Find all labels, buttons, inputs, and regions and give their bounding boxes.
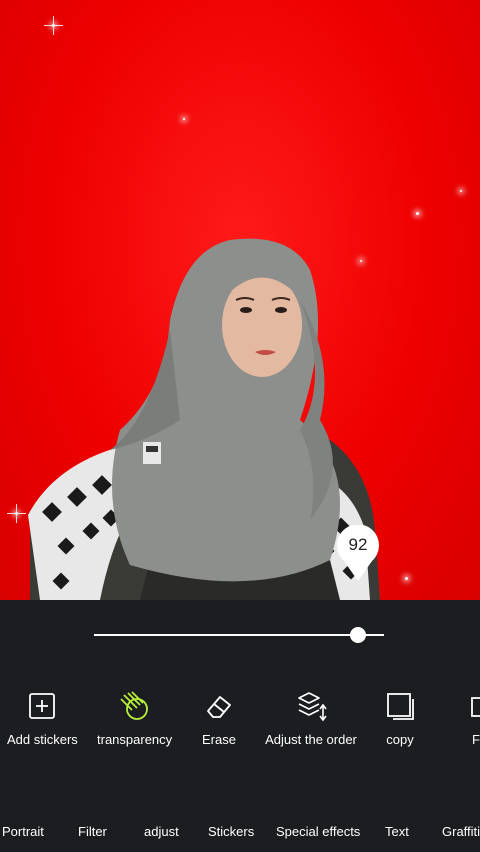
tab-text[interactable]: Text — [385, 824, 409, 839]
copy-button[interactable]: copy — [380, 690, 420, 747]
flip-button[interactable]: F — [466, 690, 480, 747]
add-sticker-icon — [29, 693, 55, 719]
flip-icon — [471, 697, 480, 717]
eraser-icon — [207, 696, 231, 718]
tab-graffiti[interactable]: Graffiti — [442, 824, 480, 839]
tab-adjust[interactable]: adjust — [144, 824, 179, 839]
transparency-button[interactable]: transparency — [97, 690, 172, 747]
portrait-photo — [28, 238, 380, 600]
adjust-order-button[interactable]: Adjust the order — [265, 690, 357, 747]
slider-track[interactable] — [94, 634, 384, 636]
layers-order-icon — [298, 692, 327, 722]
transparency-icon — [120, 691, 148, 720]
transparency-value-bubble: 92 — [336, 524, 380, 583]
tab-stickers[interactable]: Stickers — [208, 824, 254, 839]
add-stickers-button[interactable]: Add stickers — [7, 690, 78, 747]
slider-thumb[interactable] — [349, 627, 366, 643]
copy-icon — [387, 693, 414, 720]
category-tabs: Portrait Filter adjust Stickers Special … — [0, 818, 480, 846]
transparency-slider[interactable] — [94, 626, 384, 644]
tab-portrait[interactable]: Portrait — [2, 824, 44, 839]
photo-canvas[interactable]: 92 — [0, 0, 480, 600]
tool-row: Add stickers transparency Erase Adjust t… — [0, 690, 480, 770]
tab-special-effects[interactable]: Special effects — [276, 824, 360, 839]
erase-button[interactable]: Erase — [200, 690, 238, 747]
transparency-value: 92 — [348, 535, 368, 554]
tab-filter[interactable]: Filter — [78, 824, 107, 839]
